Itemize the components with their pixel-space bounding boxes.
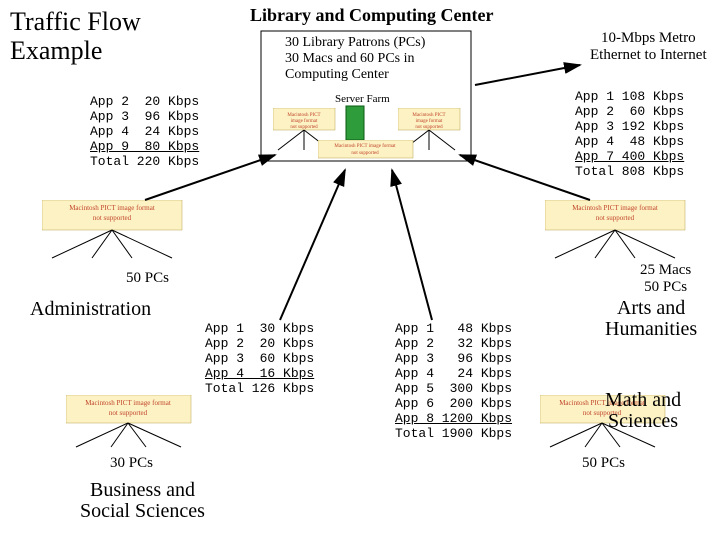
arrows [0, 0, 720, 540]
